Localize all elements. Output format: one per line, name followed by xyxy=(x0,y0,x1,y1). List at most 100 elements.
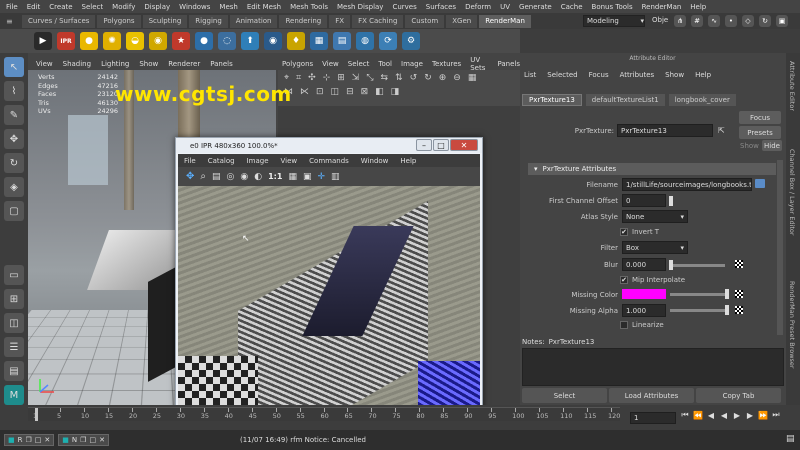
ipr-menu-catalog[interactable]: Catalog xyxy=(208,157,235,165)
point-snap-icon[interactable]: • xyxy=(725,15,737,27)
select-tool-icon[interactable]: ↖ xyxy=(4,57,24,77)
restore-icon[interactable]: ❐ xyxy=(26,436,32,444)
menu-uv[interactable]: UV xyxy=(500,3,510,11)
viewport2-menu-view[interactable]: View xyxy=(322,60,339,68)
move-tool-icon[interactable]: ✥ xyxy=(4,129,24,149)
scale-tool-icon[interactable]: ◈ xyxy=(4,177,24,197)
menu-surfaces[interactable]: Surfaces xyxy=(426,3,456,11)
menu-renderman[interactable]: RenderMan xyxy=(642,3,682,11)
timeline-slider[interactable]: 1510152025303540455055606570758085909510… xyxy=(28,407,620,421)
uv-tool-icon[interactable]: ⊟ xyxy=(346,87,354,97)
uv-tool-icon[interactable]: ⋉ xyxy=(300,87,309,97)
hide-button[interactable]: Hide xyxy=(762,140,782,151)
linearize-checkbox[interactable] xyxy=(620,321,628,329)
menu-edit-mesh[interactable]: Edit Mesh xyxy=(247,3,281,11)
uv-tool-icon[interactable]: ↺ xyxy=(410,73,418,83)
ipr-menu-view[interactable]: View xyxy=(281,157,298,165)
taskbar-item[interactable]: ■ N ❐ □ ✕ xyxy=(58,434,109,446)
invert-t-checkbox[interactable]: ✔ xyxy=(620,228,628,236)
viewport1-menu-panels[interactable]: Panels xyxy=(210,60,233,68)
attr-menu-selected[interactable]: Selected xyxy=(547,71,577,79)
grid-icon[interactable]: ▦ xyxy=(310,32,328,50)
shelf-tab-fx[interactable]: FX xyxy=(329,14,351,28)
shelf-tab-xgen[interactable]: XGen xyxy=(446,14,478,28)
environment-light-icon[interactable]: ◒ xyxy=(126,32,144,50)
close-icon[interactable]: ✕ xyxy=(99,436,105,444)
grid-snap-icon[interactable]: # xyxy=(691,15,703,27)
light-icon[interactable]: ● xyxy=(80,32,98,50)
maximize-icon[interactable]: □ xyxy=(35,436,42,444)
menu-cache[interactable]: Cache xyxy=(561,3,583,11)
star-icon[interactable]: ★ xyxy=(172,32,190,50)
uv-tool-icon[interactable]: ◧ xyxy=(375,87,384,97)
first-channel-slider[interactable] xyxy=(669,196,673,206)
go-to-start-icon[interactable]: ⏮ xyxy=(680,410,690,420)
viewport2-menu-polygons[interactable]: Polygons xyxy=(282,60,313,68)
uv-tool-icon[interactable]: ⇲ xyxy=(352,73,360,83)
layout-quad-icon[interactable]: ⊞ xyxy=(4,289,24,309)
snapshot-icon[interactable]: ◎ xyxy=(227,172,235,182)
menu-deform[interactable]: Deform xyxy=(465,3,491,11)
menu-mesh-tools[interactable]: Mesh Tools xyxy=(290,3,328,11)
node-name-field[interactable]: PxrTexture13 xyxy=(617,124,713,137)
ipr-render-image[interactable] xyxy=(178,186,480,412)
side-tab-attribute-editor[interactable]: Attribute Editor xyxy=(788,61,796,111)
prev-key-icon[interactable]: ◀ xyxy=(706,410,716,420)
uv-tool-icon[interactable]: ↻ xyxy=(424,73,432,83)
film-icon[interactable]: ▦ xyxy=(288,172,297,182)
viewport2-menu-select[interactable]: Select xyxy=(348,60,370,68)
image-icon[interactable]: ▣ xyxy=(303,172,312,182)
blur-map-icon[interactable] xyxy=(735,260,743,268)
load-attributes-button[interactable]: Load Attributes xyxy=(609,388,694,403)
paint-tool-icon[interactable]: ✎ xyxy=(4,105,24,125)
minimize-button[interactable]: – xyxy=(416,139,432,151)
side-tab-channel-box[interactable]: Channel Box / Layer Editor xyxy=(788,149,796,236)
missing-color-slider-knob[interactable] xyxy=(725,289,729,299)
magnet-icon[interactable]: ⋔ xyxy=(674,15,686,27)
sphere-icon[interactable]: ● xyxy=(195,32,213,50)
play-backward-icon[interactable]: ◀ xyxy=(719,410,729,420)
shelf-tab-custom[interactable]: Custom xyxy=(405,14,445,28)
layout-side-icon[interactable]: ◫ xyxy=(4,313,24,333)
outliner-icon[interactable]: ☰ xyxy=(4,337,24,357)
arrow-up-icon[interactable]: ⬆ xyxy=(241,32,259,50)
filename-field[interactable]: 1/stillLife/sourceimages/longbooks.tga xyxy=(622,178,752,191)
missing-color-map-icon[interactable] xyxy=(735,290,743,298)
attr-menu-list[interactable]: List xyxy=(524,71,536,79)
taskbar-item[interactable]: ■ R ❐ □ ✕ xyxy=(4,434,55,446)
zoom-1-1-button[interactable]: 1:1 xyxy=(268,172,282,181)
menu-generate[interactable]: Generate xyxy=(519,3,552,11)
ipr-menu-help[interactable]: Help xyxy=(400,157,416,165)
menu-modify[interactable]: Modify xyxy=(112,3,135,11)
plane-snap-icon[interactable]: ◇ xyxy=(742,15,754,27)
sky-icon[interactable]: ◉ xyxy=(149,32,167,50)
viewport2-menu-textures[interactable]: Textures xyxy=(432,60,461,68)
next-key-icon[interactable]: ▶ xyxy=(745,410,755,420)
go-to-end-icon[interactable]: ⏭ xyxy=(771,410,781,420)
attr-menu-show[interactable]: Show xyxy=(665,71,684,79)
close-icon[interactable]: ✕ xyxy=(44,436,50,444)
step-back-icon[interactable]: ⏪ xyxy=(693,410,703,420)
missing-alpha-slider[interactable] xyxy=(670,309,725,312)
atlas-style-dropdown[interactable]: None ▾ xyxy=(622,210,688,223)
rotate-tool-icon[interactable]: ↻ xyxy=(4,153,24,173)
script-editor-icon[interactable]: ▤ xyxy=(786,434,795,444)
uv-tool-icon[interactable]: ⇅ xyxy=(395,73,403,83)
settings-icon[interactable]: ⚙ xyxy=(402,32,420,50)
viewport1-menu-view[interactable]: View xyxy=(36,60,53,68)
dotted-sphere-icon[interactable]: ◌ xyxy=(218,32,236,50)
uv-tool-icon[interactable]: ▦ xyxy=(468,73,477,83)
viewport2-menu-tool[interactable]: Tool xyxy=(378,60,392,68)
document-icon[interactable]: ▤ xyxy=(333,32,351,50)
shelf-tab-renderman[interactable]: RenderMan xyxy=(479,14,531,28)
sun-icon[interactable]: ✺ xyxy=(103,32,121,50)
first-channel-field[interactable]: 0 xyxy=(622,194,666,207)
refresh-icon[interactable]: ⟳ xyxy=(379,32,397,50)
last-tool-icon[interactable]: ▢ xyxy=(4,201,24,221)
menu-edit[interactable]: Edit xyxy=(27,3,41,11)
menu-help[interactable]: Help xyxy=(690,3,706,11)
node-output-icon[interactable]: ⇱ xyxy=(718,126,725,135)
attr-menu-help[interactable]: Help xyxy=(695,71,711,79)
uv-tool-icon[interactable]: ⊕ xyxy=(439,73,447,83)
clapper2-icon[interactable]: ▥ xyxy=(331,172,340,182)
